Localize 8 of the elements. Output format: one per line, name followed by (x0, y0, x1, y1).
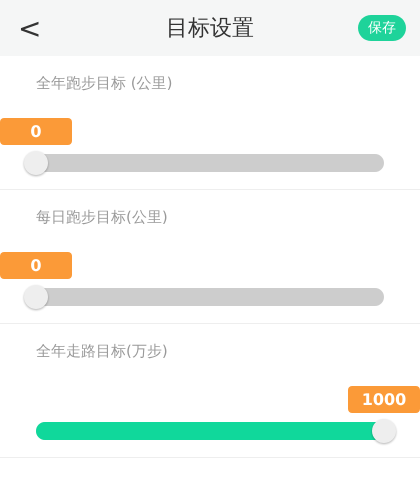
value-bubble: 0 (0, 118, 72, 145)
goal-label: 全年跑步目标 (公里) (36, 74, 174, 93)
back-button[interactable]: < (12, 12, 48, 44)
page-title: 目标设置 (166, 15, 254, 43)
value-bubble: 1000 (348, 386, 420, 413)
value-bubble: 0 (0, 252, 72, 279)
goal-label: 每日跑步目标(公里) (36, 208, 169, 227)
goal-label: 全年走路目标(万步) (36, 342, 169, 361)
